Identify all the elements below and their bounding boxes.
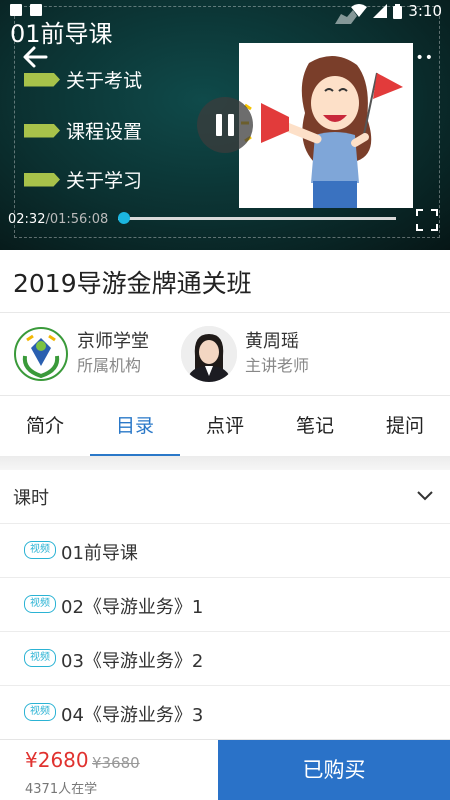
green-arrow-icon — [24, 172, 60, 187]
video-badge: 视频 — [24, 703, 56, 721]
learner-count: 4371人在学 — [25, 782, 98, 797]
slide-illustration — [239, 43, 413, 208]
slide-menu-item: 关于考试 — [24, 66, 142, 93]
lesson-item[interactable]: 视频 02《导游业务》1 — [0, 578, 450, 632]
video-badge: 视频 — [24, 649, 56, 667]
tab-catalog[interactable]: 目录 — [90, 396, 180, 456]
current-price: ¥2680 — [25, 748, 89, 772]
video-badge: 视频 — [24, 541, 56, 559]
green-arrow-icon — [24, 123, 60, 138]
lesson-item[interactable]: 视频 03《导游业务》2 — [0, 632, 450, 686]
divider — [0, 312, 450, 313]
slide-menu-label: 关于学习 — [66, 170, 143, 192]
organization-name: 京师学堂 — [77, 331, 149, 352]
organization-info[interactable]: 京师学堂 所属机构 — [13, 326, 149, 382]
slide-menu-item: 课程设置 — [24, 117, 142, 144]
organization-logo — [14, 327, 68, 381]
more-options-icon[interactable]: •• — [415, 50, 434, 66]
tab-questions[interactable]: 提问 — [360, 396, 450, 456]
lesson-item[interactable]: 视频 01前导课 — [0, 524, 450, 578]
tab-intro[interactable]: 简介 — [0, 396, 90, 456]
video-badge: 视频 — [24, 595, 56, 613]
lessons-section-header[interactable]: 课时 — [0, 470, 450, 524]
playback-time: 02:32/01:56:08 — [8, 212, 108, 227]
lesson-title: 02《导游业务》1 — [61, 597, 204, 618]
green-arrow-icon — [24, 72, 60, 87]
purchased-button[interactable]: 已购买 — [218, 740, 450, 800]
video-player[interactable]: 3:10 01前导课 •• 关于考试 课程设置 关于学习 02:32/01:56… — [0, 0, 450, 250]
battery-icon — [393, 3, 403, 19]
section-spacer — [0, 456, 450, 470]
school-watermark-logo — [333, 8, 359, 26]
chevron-down-icon — [417, 491, 433, 501]
teacher-name: 黄周瑶 — [245, 331, 299, 352]
tab-reviews[interactable]: 点评 — [180, 396, 270, 456]
lesson-item[interactable]: 视频 04《导游业务》3 — [0, 686, 450, 740]
pause-icon — [216, 114, 222, 136]
lesson-title: 03《导游业务》2 — [61, 651, 204, 672]
organization-role: 所属机构 — [77, 356, 142, 375]
course-tabs: 简介 目录 点评 笔记 提问 — [0, 396, 450, 456]
slide-menu-label: 课程设置 — [66, 121, 143, 143]
teacher-role: 主讲老师 — [245, 356, 310, 375]
fullscreen-icon[interactable] — [416, 209, 438, 231]
tab-notes[interactable]: 笔记 — [270, 396, 360, 456]
pause-button[interactable] — [197, 97, 253, 153]
original-price: ¥3680 — [92, 754, 140, 772]
purchase-bar: ¥2680 ¥3680 4371人在学 已购买 — [0, 739, 450, 800]
clock: 3:10 — [408, 2, 442, 20]
progress-bar[interactable] — [118, 217, 396, 220]
lesson-title: 01前导课 — [61, 543, 138, 564]
progress-knob[interactable] — [117, 212, 130, 224]
course-title: 2019导游金牌通关班 — [13, 269, 252, 298]
lesson-title: 04《导游业务》3 — [61, 705, 204, 726]
section-label: 课时 — [13, 488, 49, 509]
teacher-avatar — [181, 326, 237, 382]
pause-icon — [228, 114, 234, 136]
current-time: 02:32 — [8, 212, 46, 227]
total-time: 01:56:08 — [49, 212, 109, 227]
signal-icon — [373, 4, 388, 18]
slide-menu-label: 关于考试 — [66, 70, 143, 92]
teacher-info[interactable]: 黄周瑶 主讲老师 — [181, 326, 309, 382]
slide-menu-item: 关于学习 — [24, 166, 142, 193]
